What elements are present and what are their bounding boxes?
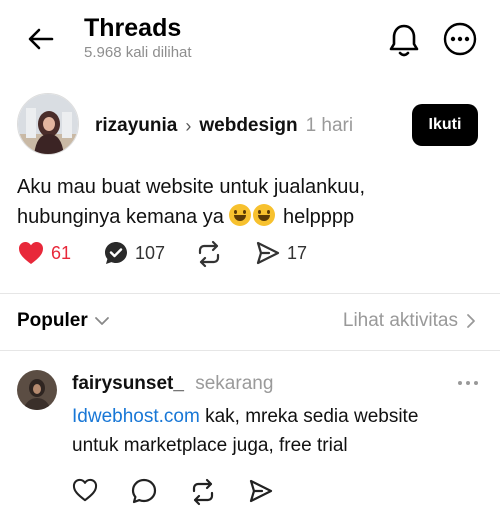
reply-text-line2: untuk marketplace juga, free trial <box>72 435 348 456</box>
post-text-line2-end: helpppp <box>282 206 355 228</box>
post-text-line2: hubunginya kemana ya helpppp <box>17 202 487 232</box>
reply-time: sekarang <box>195 373 274 394</box>
chevron-right-icon <box>467 314 475 328</box>
post-text: Aku mau buat website untuk jualankuu, hu… <box>17 172 487 232</box>
post-text-line1: Aku mau buat website untuk jualankuu, <box>17 176 365 198</box>
heart-icon[interactable] <box>72 478 98 502</box>
top-bar: Threads 5.968 kali dilihat <box>0 0 500 80</box>
back-arrow-icon[interactable] <box>26 24 56 54</box>
comment-count: 107 <box>135 242 166 263</box>
bell-icon[interactable] <box>387 22 421 58</box>
comment-icon[interactable] <box>131 478 157 504</box>
sort-label: Populer <box>17 310 88 331</box>
page-title: Threads <box>84 14 182 42</box>
reply-link[interactable]: Idwebhost.com <box>72 406 200 427</box>
reply-actions <box>72 478 292 508</box>
author-avatar[interactable] <box>17 93 79 155</box>
more-icon[interactable] <box>456 376 480 390</box>
view-count: 5.968 kali dilihat <box>84 44 192 61</box>
grin-emoji-icon <box>253 204 276 226</box>
heart-icon <box>19 242 43 264</box>
sort-dropdown[interactable]: Populer <box>17 310 110 332</box>
reply-text-line1: Idwebhost.com kak, mreka sedia website <box>72 402 482 431</box>
post-author-line: rizayunia › webdesign 1 hari <box>95 115 353 137</box>
repost-button[interactable] <box>195 240 223 268</box>
like-count: 61 <box>51 242 72 263</box>
comment-check-icon <box>105 242 127 264</box>
chevron-down-icon <box>94 317 109 325</box>
post-actions: 61 107 17 <box>17 240 487 274</box>
grin-emoji-icon <box>229 204 252 226</box>
author-name[interactable]: rizayunia <box>95 115 177 137</box>
like-button[interactable]: 61 <box>17 240 71 266</box>
send-button[interactable]: 17 <box>255 240 307 266</box>
reply-author-name[interactable]: fairysunset_ <box>72 373 184 394</box>
more-icon[interactable] <box>443 22 477 56</box>
follow-button[interactable]: Ikuti <box>412 104 478 146</box>
reply-text: Idwebhost.com kak, mreka sedia website u… <box>72 402 482 460</box>
post-time: 1 hari <box>305 115 354 136</box>
chevron-right-icon: › <box>185 115 192 136</box>
view-activity-link[interactable]: Lihat aktivitas <box>343 310 476 332</box>
topic-tag[interactable]: webdesign <box>199 115 297 137</box>
share-count: 17 <box>287 242 308 263</box>
reply-text-after-link: kak, mreka sedia website <box>199 406 419 427</box>
repost-icon <box>198 240 220 268</box>
reply-author-avatar[interactable] <box>17 370 57 410</box>
activity-label: Lihat aktivitas <box>342 310 458 331</box>
comment-button[interactable]: 107 <box>103 240 165 266</box>
divider <box>0 350 500 351</box>
divider <box>0 293 500 294</box>
repost-icon[interactable] <box>189 478 217 506</box>
reply-header: fairysunset_ sekarang <box>72 373 273 395</box>
send-icon <box>256 241 280 265</box>
post-text-line2-start: hubunginya kemana ya <box>17 206 224 228</box>
send-icon[interactable] <box>248 478 274 504</box>
